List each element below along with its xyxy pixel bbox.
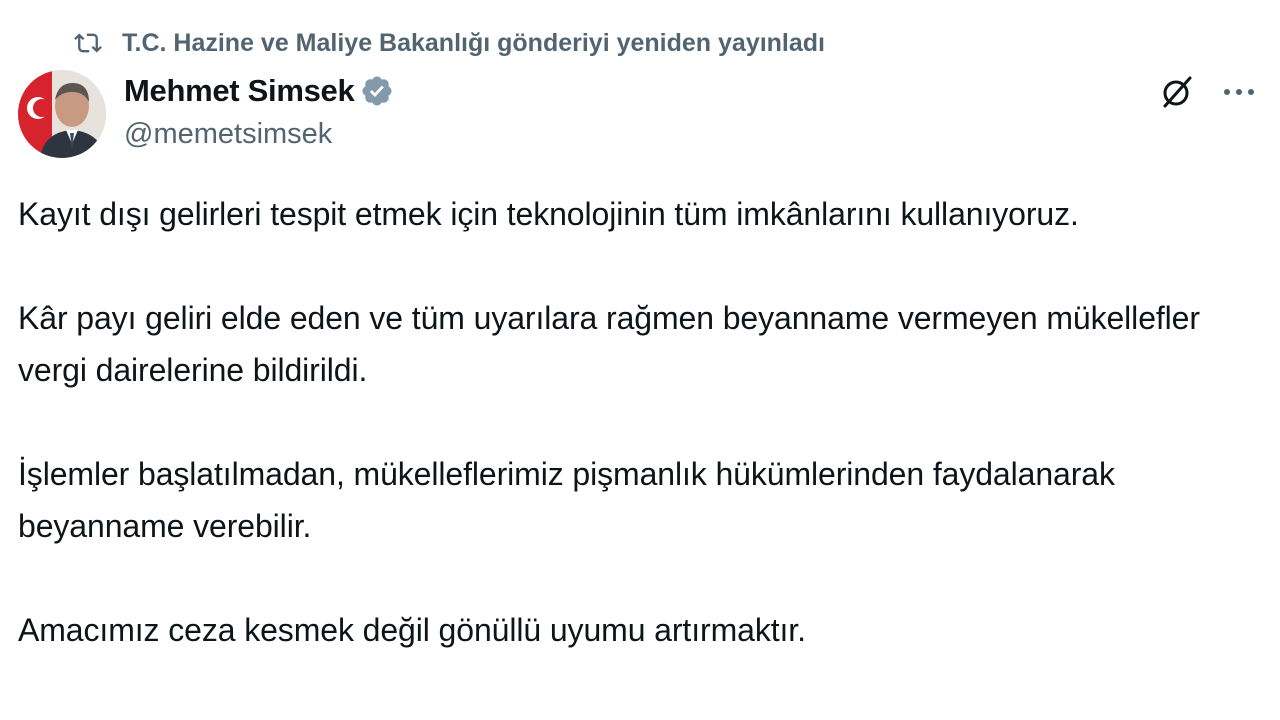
repost-context[interactable]: T.C. Hazine ve Maliye Bakanlığı gönderiy… [72, 26, 825, 60]
author-handle[interactable]: @memetsimsek [124, 118, 394, 151]
tweet-paragraph: Amacımız ceza kesmek değil gönüllü uyumu… [18, 612, 806, 648]
name-row: Mehmet Simsek [124, 70, 394, 112]
grok-button[interactable] [1155, 70, 1199, 114]
author-display-name[interactable]: Mehmet Simsek [124, 73, 355, 109]
avatar-image [18, 70, 106, 158]
more-options-icon [1224, 89, 1254, 95]
verified-badge-icon[interactable] [360, 74, 394, 108]
repost-icon [74, 33, 102, 53]
tweet-paragraph: Kâr payı geliri elde eden ve tüm uyarıla… [18, 300, 1200, 388]
avatar[interactable] [18, 70, 106, 158]
tweet-paragraph: Kayıt dışı gelirleri tespit etmek için t… [18, 196, 1079, 232]
repost-text: T.C. Hazine ve Maliye Bakanlığı gönderiy… [122, 28, 826, 57]
grok-icon [1163, 76, 1192, 108]
more-options-button[interactable] [1212, 70, 1266, 114]
tweet-text: Kayıt dışı gelirleri tespit etmek için t… [18, 188, 1258, 656]
author-block: Mehmet Simsek @memetsimsek [124, 70, 394, 151]
tweet-paragraph: İşlemler başlatılmadan, mükelleflerimiz … [18, 456, 1115, 544]
